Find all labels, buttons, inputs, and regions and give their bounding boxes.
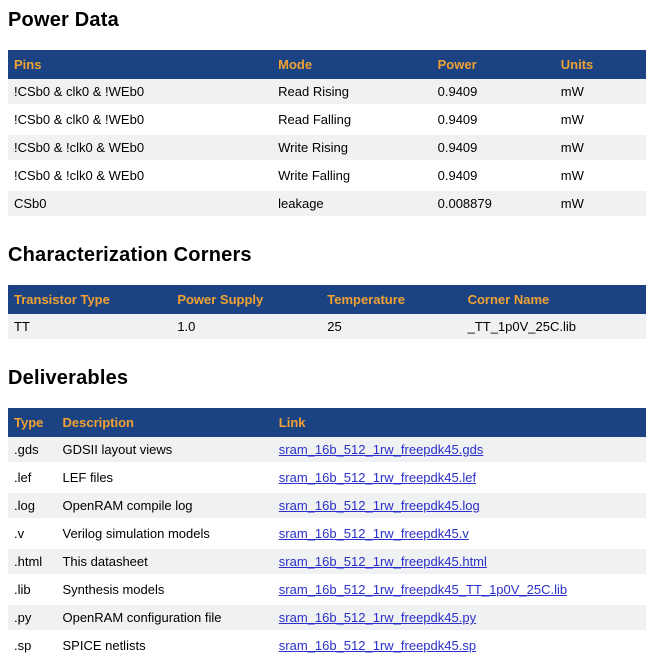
- link-cell: sram_16b_512_1rw_freepdk45_TT_1p0V_25C.l…: [273, 576, 646, 604]
- column-header: Mode: [272, 50, 432, 79]
- column-header: Corner Name: [462, 285, 646, 314]
- table-cell: GDSII layout views: [56, 437, 272, 464]
- table-cell: Verilog simulation models: [56, 520, 272, 548]
- table-row: .pyOpenRAM configuration file sram_16b_51…: [8, 604, 646, 632]
- table-header-row: TypeDescriptionLink: [8, 408, 646, 437]
- deliverable-file-link[interactable]: sram_16b_512_1rw_freepdk45.py: [279, 610, 476, 625]
- deliverables-table: TypeDescriptionLink.gdsGDSII layout view…: [8, 408, 646, 661]
- column-header: Units: [555, 50, 646, 79]
- table-row: !CSb0 & clk0 & !WEb0Read Rising0.9409mW: [8, 79, 646, 106]
- table-cell: !CSb0 & clk0 & !WEb0: [8, 106, 272, 134]
- table-row: !CSb0 & !clk0 & WEb0Write Falling0.9409m…: [8, 162, 646, 190]
- deliverables-section: Deliverables TypeDescriptionLink.gdsGDSI…: [8, 366, 652, 661]
- deliverable-file-link[interactable]: sram_16b_512_1rw_freepdk45.html: [279, 554, 487, 569]
- table-cell: !CSb0 & !clk0 & WEb0: [8, 134, 272, 162]
- table-cell: _TT_1p0V_25C.lib: [462, 314, 646, 341]
- table-cell: 0.9409: [432, 79, 555, 106]
- table-row: .lefLEF files sram_16b_512_1rw_freepdk45.…: [8, 464, 646, 492]
- column-header: Power Supply: [171, 285, 321, 314]
- deliverables-heading: Deliverables: [8, 366, 652, 390]
- table-cell: !CSb0 & !clk0 & WEb0: [8, 162, 272, 190]
- table-cell: !CSb0 & clk0 & !WEb0: [8, 79, 272, 106]
- table-row: !CSb0 & !clk0 & WEb0Write Rising0.9409mW: [8, 134, 646, 162]
- table-cell: .v: [8, 520, 56, 548]
- table-cell: .py: [8, 604, 56, 632]
- table-cell: Write Falling: [272, 162, 432, 190]
- characterization-corners-heading: Characterization Corners: [8, 243, 652, 267]
- table-cell: Read Rising: [272, 79, 432, 106]
- table-cell: This datasheet: [56, 548, 272, 576]
- table-cell: 0.008879: [432, 190, 555, 218]
- column-header: Power: [432, 50, 555, 79]
- table-row: TT1.025_TT_1p0V_25C.lib: [8, 314, 646, 341]
- column-header: Temperature: [321, 285, 461, 314]
- table-row: .spSPICE netlists sram_16b_512_1rw_freepd…: [8, 632, 646, 660]
- deliverable-file-link[interactable]: sram_16b_512_1rw_freepdk45.gds: [279, 442, 484, 457]
- deliverable-file-link[interactable]: sram_16b_512_1rw_freepdk45.v: [279, 526, 469, 541]
- table-cell: LEF files: [56, 464, 272, 492]
- table-row: .logOpenRAM compile log sram_16b_512_1rw_…: [8, 492, 646, 520]
- column-header: Type: [8, 408, 56, 437]
- deliverable-file-link[interactable]: sram_16b_512_1rw_freepdk45.log: [279, 498, 480, 513]
- table-cell: 25: [321, 314, 461, 341]
- characterization-corners-section: Characterization Corners Transistor Type…: [8, 243, 652, 342]
- column-header: Pins: [8, 50, 272, 79]
- table-cell: Synthesis models: [56, 576, 272, 604]
- table-cell: mW: [555, 106, 646, 134]
- table-cell: 0.9409: [432, 134, 555, 162]
- table-cell: Write Rising: [272, 134, 432, 162]
- table-cell: .log: [8, 492, 56, 520]
- table-cell: SPICE netlists: [56, 632, 272, 660]
- column-header: Description: [56, 408, 272, 437]
- table-cell: 0.9409: [432, 162, 555, 190]
- table-cell: mW: [555, 79, 646, 106]
- table-row: .libSynthesis models sram_16b_512_1rw_fre…: [8, 576, 646, 604]
- table-row: .vVerilog simulation models sram_16b_512_…: [8, 520, 646, 548]
- table-row: !CSb0 & clk0 & !WEb0Read Falling0.9409mW: [8, 106, 646, 134]
- table-cell: .lef: [8, 464, 56, 492]
- table-cell: OpenRAM compile log: [56, 492, 272, 520]
- link-cell: sram_16b_512_1rw_freepdk45.html: [273, 548, 646, 576]
- table-cell: TT: [8, 314, 171, 341]
- table-cell: CSb0: [8, 190, 272, 218]
- table-cell: .sp: [8, 632, 56, 660]
- table-cell: mW: [555, 134, 646, 162]
- column-header: Link: [273, 408, 646, 437]
- link-cell: sram_16b_512_1rw_freepdk45.log: [273, 492, 646, 520]
- table-cell: Read Falling: [272, 106, 432, 134]
- column-header: Transistor Type: [8, 285, 171, 314]
- deliverable-file-link[interactable]: sram_16b_512_1rw_freepdk45_TT_1p0V_25C.l…: [279, 582, 567, 597]
- table-cell: OpenRAM configuration file: [56, 604, 272, 632]
- link-cell: sram_16b_512_1rw_freepdk45.gds: [273, 437, 646, 464]
- link-cell: sram_16b_512_1rw_freepdk45.lef: [273, 464, 646, 492]
- table-cell: leakage: [272, 190, 432, 218]
- characterization-corners-table: Transistor TypePower SupplyTemperatureCo…: [8, 285, 646, 342]
- link-cell: sram_16b_512_1rw_freepdk45.py: [273, 604, 646, 632]
- deliverable-file-link[interactable]: sram_16b_512_1rw_freepdk45.sp: [279, 638, 476, 653]
- table-cell: 1.0: [171, 314, 321, 341]
- power-data-section: Power Data PinsModePowerUnits!CSb0 & clk…: [8, 8, 652, 219]
- deliverable-file-link[interactable]: sram_16b_512_1rw_freepdk45.lef: [279, 470, 476, 485]
- table-header-row: Transistor TypePower SupplyTemperatureCo…: [8, 285, 646, 314]
- link-cell: sram_16b_512_1rw_freepdk45.v: [273, 520, 646, 548]
- table-cell: mW: [555, 190, 646, 218]
- table-cell: mW: [555, 162, 646, 190]
- link-cell: sram_16b_512_1rw_freepdk45.sp: [273, 632, 646, 660]
- table-header-row: PinsModePowerUnits: [8, 50, 646, 79]
- table-cell: .gds: [8, 437, 56, 464]
- power-data-table: PinsModePowerUnits!CSb0 & clk0 & !WEb0Re…: [8, 50, 646, 219]
- power-data-heading: Power Data: [8, 8, 652, 32]
- table-row: .gdsGDSII layout views sram_16b_512_1rw_f…: [8, 437, 646, 464]
- table-cell: .lib: [8, 576, 56, 604]
- table-row: .htmlThis datasheet sram_16b_512_1rw_free…: [8, 548, 646, 576]
- table-cell: .html: [8, 548, 56, 576]
- table-row: CSb0leakage0.008879mW: [8, 190, 646, 218]
- table-cell: 0.9409: [432, 106, 555, 134]
